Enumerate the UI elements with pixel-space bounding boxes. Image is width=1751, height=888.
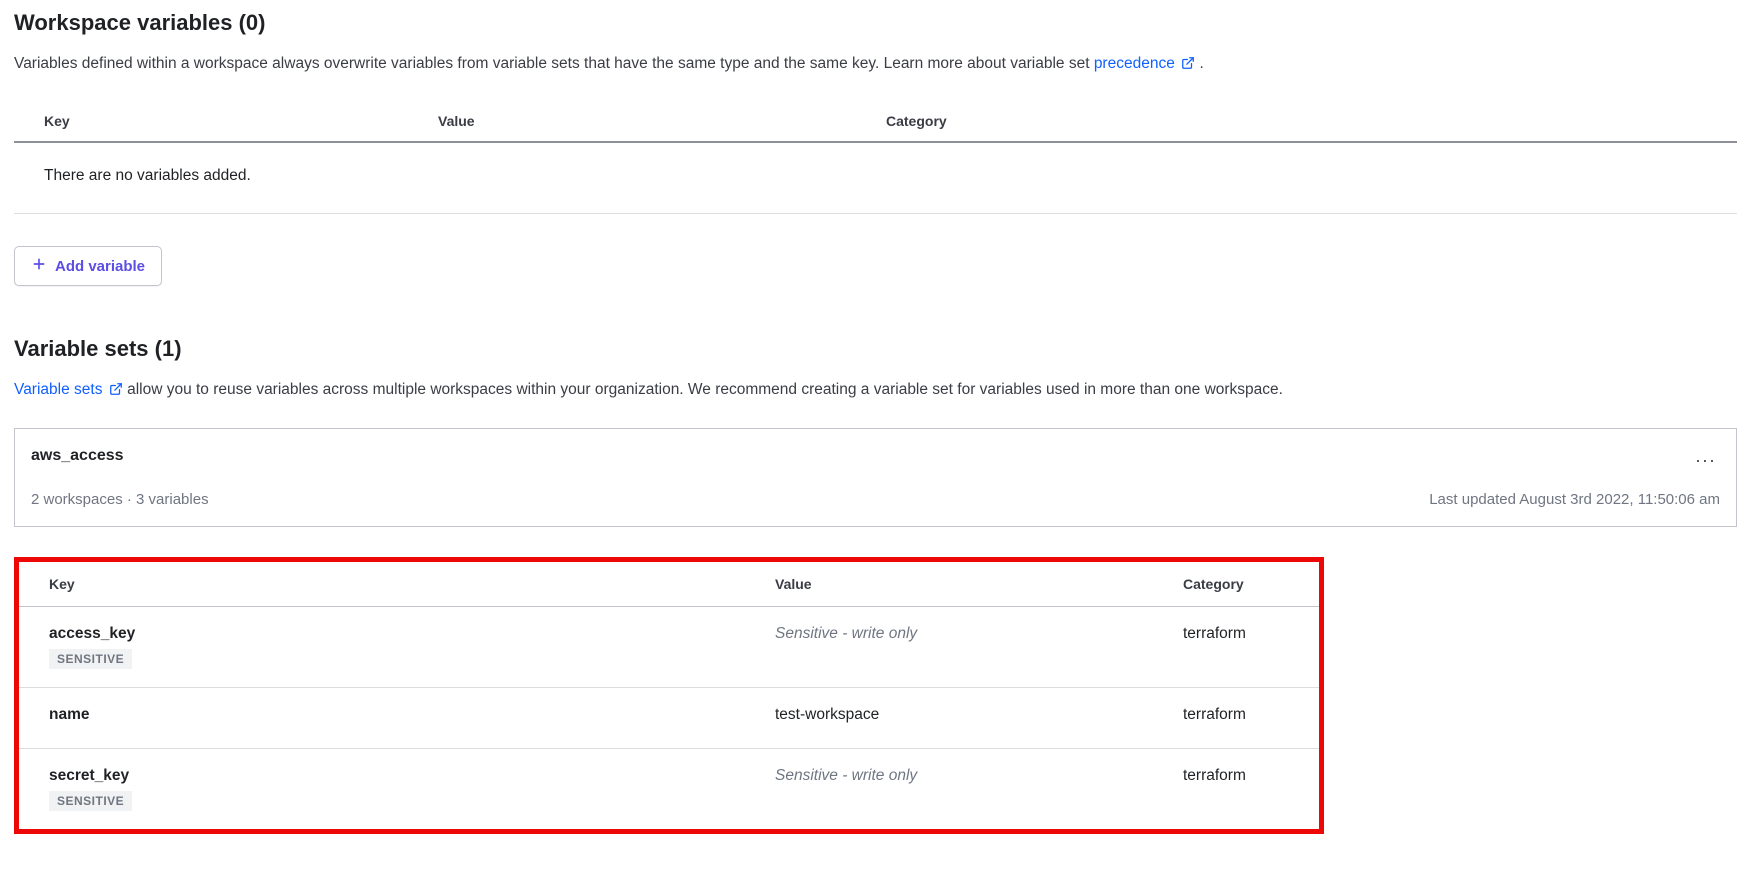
row-value: Sensitive - write only (775, 767, 1183, 785)
row-category: terraform (1183, 767, 1289, 785)
row-key: name (49, 706, 775, 724)
desc-suffix: . (1199, 55, 1203, 72)
external-link-icon (1181, 54, 1195, 77)
variable-set-meta: 2 workspaces · 3 variables (31, 491, 209, 508)
sensitive-badge: SENSITIVE (49, 649, 132, 669)
desc-suffix: allow you to reuse variables across mult… (127, 381, 1283, 398)
col-header-key: Key (44, 113, 438, 129)
set-col-header-value: Value (775, 576, 1183, 592)
set-col-header-key: Key (49, 576, 775, 592)
col-header-value: Value (438, 113, 886, 129)
variable-set-name: aws_access (31, 447, 124, 465)
desc-text: Variables defined within a workspace alw… (14, 55, 1094, 72)
variable-sets-heading: Variable sets (1) (14, 336, 1737, 362)
workspace-empty-message: There are no variables added. (14, 143, 1737, 214)
col-header-category: Category (886, 113, 1707, 129)
add-button-label: Add variable (55, 258, 145, 275)
row-value: Sensitive - write only (775, 625, 1183, 643)
table-row: name test-workspace terraform (19, 688, 1319, 749)
table-row: secret_key SENSITIVE Sensitive - write o… (19, 749, 1319, 819)
variable-set-card: aws_access ··· 2 workspaces · 3 variable… (14, 428, 1737, 527)
workspace-table-header: Key Value Category (14, 101, 1737, 143)
add-variable-button[interactable]: Add variable (14, 246, 162, 286)
row-key: access_key (49, 625, 775, 643)
row-category: terraform (1183, 625, 1289, 643)
variable-sets-link[interactable]: Variable sets (14, 381, 127, 398)
ellipsis-icon: ··· (1695, 450, 1716, 470)
sensitive-badge: SENSITIVE (49, 791, 132, 811)
workspace-variables-heading: Workspace variables (0) (14, 10, 1737, 36)
link-label: Variable sets (14, 381, 102, 398)
plus-icon (31, 256, 47, 276)
precedence-link[interactable]: precedence (1094, 55, 1200, 72)
variable-sets-description: Variable sets allow you to reuse variabl… (14, 378, 1737, 403)
row-category: terraform (1183, 706, 1289, 724)
external-link-icon (109, 380, 123, 403)
workspace-variables-description: Variables defined within a workspace alw… (14, 52, 1737, 77)
variable-set-actions-button[interactable]: ··· (1691, 447, 1720, 473)
set-col-header-category: Category (1183, 576, 1289, 592)
row-value: test-workspace (775, 706, 1183, 724)
row-key: secret_key (49, 767, 775, 785)
link-label: precedence (1094, 55, 1175, 72)
table-row: access_key SENSITIVE Sensitive - write o… (19, 607, 1319, 688)
highlighted-variables-table: Key Value Category access_key SENSITIVE … (14, 557, 1324, 834)
set-table-header: Key Value Category (19, 562, 1319, 607)
variable-set-updated: Last updated August 3rd 2022, 11:50:06 a… (1429, 491, 1720, 508)
